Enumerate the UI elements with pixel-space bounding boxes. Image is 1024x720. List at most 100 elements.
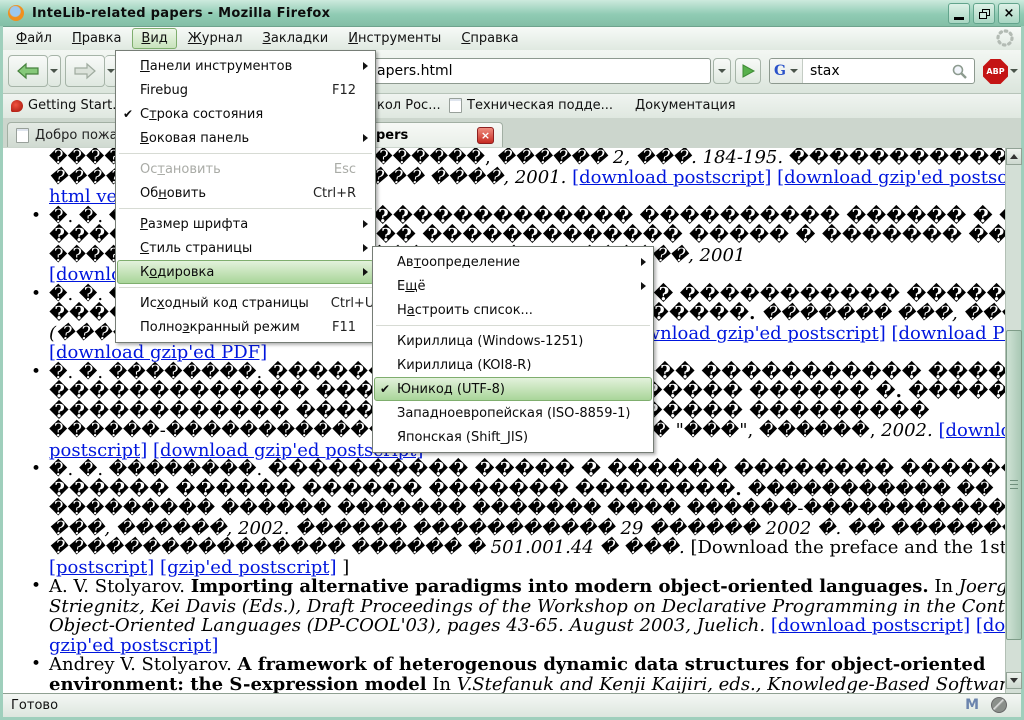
- chevron-down-icon: [790, 69, 798, 73]
- content-line: gzip'ed postscript]: [3, 636, 1005, 656]
- firefox-window: { "window": { "title": "InteLib-related …: [0, 0, 1024, 720]
- bookmark-kol-ros[interactable]: кол Рос...: [377, 96, 441, 115]
- view-menu-item-text-size[interactable]: Размер шрифта: [117, 212, 374, 236]
- check-icon: ✔: [123, 107, 140, 121]
- content-line: •�. �. ��������. ���������� ����� � ����…: [3, 460, 1005, 480]
- encoding-menu-separator: [376, 325, 650, 326]
- content-link[interactable]: [download: [938, 420, 1005, 441]
- menu-item-label: Боковая панель: [140, 131, 356, 146]
- menu-item-label: Обновить: [140, 186, 291, 201]
- chevron-down-icon: [718, 69, 726, 73]
- back-button[interactable]: [8, 55, 48, 87]
- view-menu-item-page-style[interactable]: Стиль страницы: [117, 236, 374, 260]
- bookmark-tech-support[interactable]: Техническая подде...: [449, 96, 613, 115]
- menu-item-label: Кириллица (KOI8-R): [397, 358, 634, 373]
- content-link[interactable]: [gzip'ed postscript]: [160, 557, 336, 578]
- submenu-arrow-icon: [356, 244, 368, 252]
- content-text: environment: the S-expression model: [49, 674, 427, 694]
- search-input[interactable]: stax: [803, 63, 950, 79]
- encoding-menu-item-cyrillic-windows-1251[interactable]: Кириллица (Windows-1251): [374, 329, 652, 353]
- menu-item-label: Размер шрифта: [140, 217, 356, 232]
- view-menu-item-toolbars[interactable]: Панели инструментов: [117, 54, 374, 78]
- view-menu-item-encoding[interactable]: Кодировка: [117, 260, 374, 284]
- content-link[interactable]: [download: [976, 615, 1005, 636]
- encoding-menu-item-unicode-utf-8[interactable]: ✔Юникод (UTF-8): [374, 377, 652, 401]
- view-menu-item-reload[interactable]: ОбновитьCtrl+R: [117, 181, 374, 205]
- content-link[interactable]: postscript]: [49, 440, 147, 461]
- back-icon: [16, 62, 40, 80]
- content-text: ������ 2, ���. 184-195.: [496, 148, 788, 168]
- encoding-menu-item-cyrillic-koi8-r[interactable]: Кириллица (KOI8-R): [374, 353, 652, 377]
- throbber-icon: [995, 28, 1015, 52]
- content-link[interactable]: [download postscript]: [572, 167, 771, 188]
- scroll-down-button[interactable]: [1006, 672, 1022, 689]
- back-dropdown[interactable]: [48, 55, 61, 87]
- content-link[interactable]: [download PDF]: [891, 323, 1005, 344]
- content-text: 2002.: [881, 420, 938, 441]
- content-link[interactable]: [download gzip'ed postscript]: [777, 167, 1005, 188]
- view-menu-item-statusbar[interactable]: ✔Строка состояния: [117, 102, 374, 126]
- bookmark-label: Документация: [635, 98, 736, 113]
- menubar-item-view[interactable]: Вид: [132, 28, 176, 49]
- content-link[interactable]: [download gzip'ed PDF]: [49, 342, 267, 363]
- minimize-icon: [954, 17, 964, 20]
- view-menu-item-stop: ОстановитьEsc: [117, 157, 374, 181]
- shortcut-label: Ctrl+U: [309, 296, 375, 311]
- menubar-item-help[interactable]: Справка: [452, 28, 527, 49]
- search-icon[interactable]: [950, 62, 970, 80]
- content-line: ������ ������ ������ ������� ��������. �…: [3, 480, 1005, 500]
- content-line: •Andrey V. Stolyarov. A framework of het…: [3, 655, 1005, 675]
- firefox-icon[interactable]: [8, 5, 24, 21]
- scrollbar-thumb[interactable]: [1006, 330, 1022, 640]
- encoding-menu-item-customize[interactable]: Настроить список...: [374, 298, 652, 322]
- go-button[interactable]: [735, 58, 761, 84]
- menu-item-label: Стиль страницы: [140, 241, 356, 256]
- content-link[interactable]: gzip'ed postscript]: [49, 635, 218, 656]
- bullet-icon: •: [31, 207, 41, 227]
- content-line: ���, ������, 2002. ������ ����������� 29…: [3, 519, 1005, 539]
- menubar-item-edit[interactable]: Правка: [63, 28, 130, 49]
- encoding-menu-item-autodetect[interactable]: Автоопределение: [374, 250, 652, 274]
- search-engine-selector[interactable]: G: [770, 59, 803, 83]
- content-text: Andrey V. Stolyarov.: [49, 654, 238, 675]
- encoding-menu-item-japanese-shift-jis[interactable]: Японская (Shift_JIS): [374, 425, 652, 449]
- menubar-item-history[interactable]: Журнал: [179, 28, 252, 49]
- url-dropdown[interactable]: [713, 58, 731, 84]
- adblock-disabled-icon[interactable]: [991, 697, 1007, 713]
- content-link[interactable]: [download postscript]: [771, 615, 970, 636]
- content-line: •A. V. Stolyarov. Importing alternative …: [3, 577, 1005, 597]
- view-menu-item-page-source[interactable]: Исходный код страницыCtrl+U: [117, 291, 374, 315]
- tab-close-icon[interactable]: ×: [477, 127, 494, 144]
- content-text: V.Stefanuk and Kenji Kaijiri, eds., Know…: [457, 674, 1005, 694]
- close-button[interactable]: ×: [998, 3, 1020, 24]
- google-icon: G: [774, 63, 786, 79]
- encoding-menu-item-western-iso-8859-1[interactable]: Западноевропейская (ISO-8859-1): [374, 401, 652, 425]
- search-box[interactable]: G stax: [769, 58, 975, 84]
- abp-dropdown[interactable]: [1010, 69, 1018, 73]
- mail-indicator-icon[interactable]: M: [965, 697, 979, 713]
- menubar-item-tools[interactable]: Инструменты: [339, 28, 450, 49]
- restore-button[interactable]: [973, 3, 995, 24]
- view-menu-item-sidebar[interactable]: Боковая панель: [117, 126, 374, 150]
- menu-item-label: Исходный код страницы: [140, 296, 309, 311]
- content-text: �. �. ��������.: [49, 459, 268, 480]
- forward-button[interactable]: [65, 55, 105, 87]
- menu-bar: ФайлПравкаВидЖурналЗакладкиИнструментыСп…: [3, 27, 1021, 50]
- content-line: [postscript] [gzip'ed postscript] ]: [3, 558, 1005, 578]
- adblock-plus-icon[interactable]: ABP: [983, 59, 1008, 84]
- content-text: ���������������� ������ � 501.001.44 � �…: [49, 537, 690, 558]
- content-link[interactable]: [postscript]: [49, 557, 154, 578]
- minimize-button[interactable]: [948, 3, 970, 24]
- menubar-item-bookmarks[interactable]: Закладки: [254, 28, 338, 49]
- content-link[interactable]: [download gzip'ed postscript]: [615, 323, 885, 344]
- encoding-menu-item-more[interactable]: Ещё: [374, 274, 652, 298]
- view-menu-item-firebug[interactable]: FirebugF12: [117, 78, 374, 102]
- bookmark-documentation[interactable]: Документация: [635, 96, 736, 115]
- menubar-item-file[interactable]: Файл: [7, 28, 61, 49]
- view-menu-item-fullscreen[interactable]: Полноэкранный режимF11: [117, 315, 374, 339]
- forward-icon: [73, 62, 97, 80]
- scroll-up-button[interactable]: [1006, 148, 1022, 165]
- vertical-scrollbar[interactable]: [1005, 148, 1021, 693]
- bookmark-getting-started[interactable]: Getting Start...: [11, 96, 125, 115]
- menu-item-label: Кодировка: [140, 265, 356, 280]
